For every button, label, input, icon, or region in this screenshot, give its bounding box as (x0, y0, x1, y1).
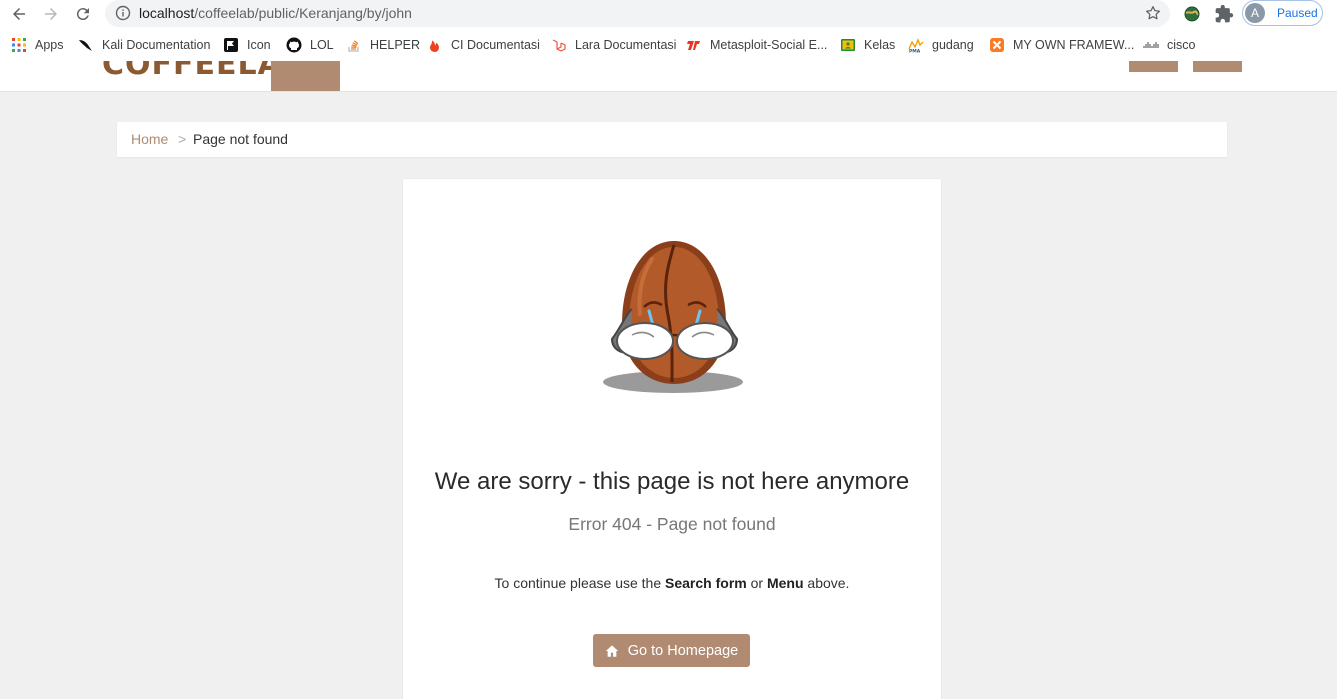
home-icon (605, 644, 618, 657)
hint-or: or (750, 575, 764, 591)
github-icon (286, 37, 302, 53)
bookmark-label: Metasploit-Social E... (710, 38, 828, 52)
bookmark-kali[interactable]: Kali Documentation (78, 37, 210, 53)
bookmark-label: Icon (247, 38, 271, 52)
stackoverflow-icon (348, 40, 359, 52)
bookmark-label: HELPER (370, 38, 421, 52)
bookmark-laravel[interactable]: Lara Documentasi (551, 37, 676, 53)
back-button[interactable] (7, 2, 31, 26)
homepage-button-label: Go to Homepage (627, 642, 739, 659)
header-button-1[interactable] (1129, 61, 1178, 72)
metasploit-icon (687, 41, 700, 50)
svg-text:PMA: PMA (909, 49, 921, 54)
bookmark-kelas[interactable]: Kelas (840, 37, 895, 53)
bookmark-label: Kali Documentation (102, 38, 211, 52)
browser-toolbar: localhost/coffeelab/public/Keranjang/by/… (0, 0, 1337, 28)
error-title: We are sorry - this page is not here any… (434, 468, 910, 495)
breadcrumb-home-link[interactable]: Home (131, 131, 168, 147)
info-icon[interactable] (115, 5, 131, 21)
bookmark-label: MY OWN FRAMEW... (1013, 38, 1135, 52)
go-to-homepage-button[interactable]: Go to Homepage (593, 634, 750, 667)
bookmark-apps[interactable]: Apps (11, 37, 64, 53)
reload-icon (76, 8, 89, 21)
reload-button[interactable] (71, 2, 95, 26)
hint-suffix: above. (807, 575, 850, 591)
xampp-icon (990, 38, 1004, 52)
bookmark-metasploit[interactable]: Metasploit-Social E... (686, 37, 827, 53)
phpmyadmin-icon: PMA (908, 38, 924, 54)
breadcrumb-separator: > (178, 131, 187, 147)
bookmark-label: gudang (932, 38, 974, 52)
apps-grid-icon (12, 38, 26, 52)
breadcrumb-current: Page not found (193, 131, 288, 147)
header-button-2[interactable] (1193, 61, 1242, 72)
codeigniter-flame-icon (430, 40, 439, 52)
url-text[interactable]: localhost/coffeelab/public/Keranjang/by/… (139, 5, 412, 21)
address-bar[interactable]: localhost/coffeelab/public/Keranjang/by/… (105, 0, 1170, 27)
url-host: localhost (139, 5, 195, 21)
breadcrumb: Home > Page not found (117, 122, 1227, 157)
arrow-right-icon (45, 8, 57, 20)
profile-button[interactable]: A Paused (1242, 0, 1323, 26)
bookmark-label: Lara Documentasi (575, 38, 677, 52)
flag-icon (224, 38, 238, 52)
bookmark-label: cisco (1167, 38, 1196, 52)
error-hint: To continue please use the Search form o… (403, 575, 941, 591)
bookmark-ci[interactable]: CI Documentasi (427, 37, 540, 53)
avatar: A (1245, 3, 1265, 23)
url-path: /coffeelab/public/Keranjang/by/john (194, 5, 412, 21)
arrow-left-icon (13, 8, 25, 20)
bookmark-helper[interactable]: HELPER (346, 37, 420, 53)
error-card: We are sorry - this page is not here any… (403, 179, 941, 699)
laravel-icon (552, 39, 566, 52)
cisco-icon (1143, 42, 1159, 48)
bookmark-lol[interactable]: LOL (286, 37, 334, 53)
hint-search-form: Search form (665, 575, 747, 591)
bookmark-label: Apps (35, 38, 64, 52)
error-subtitle: Error 404 - Page not found (568, 514, 776, 534)
bookmark-label: LOL (310, 38, 334, 52)
bookmark-label: CI Documentasi (451, 38, 540, 52)
bookmark-framework[interactable]: MY OWN FRAMEW... (989, 37, 1134, 53)
forward-button[interactable] (39, 2, 63, 26)
site-header: COFFEELAB (0, 61, 1337, 92)
puzzle-extensions-icon[interactable] (1214, 4, 1234, 24)
hint-menu: Menu (766, 575, 804, 591)
nav-active-item[interactable] (271, 61, 340, 91)
bookmark-gudang[interactable]: PMA gudang (908, 37, 974, 53)
classroom-icon (841, 39, 855, 51)
crying-coffee-bean-illustration (603, 241, 743, 393)
bookmark-label: Kelas (864, 38, 896, 52)
hint-prefix: To continue please use the (494, 575, 662, 591)
kali-dragon-icon (79, 40, 92, 51)
bookmarks-bar: Apps Kali Documentation Icon LOL HELPER … (0, 28, 1337, 61)
bookmark-star-icon[interactable] (1144, 4, 1162, 22)
profile-status: Paused (1277, 6, 1318, 20)
globe-extension-icon[interactable] (1182, 4, 1202, 24)
bookmark-icon[interactable]: Icon (223, 37, 271, 53)
bookmark-cisco[interactable]: cisco (1143, 37, 1195, 53)
